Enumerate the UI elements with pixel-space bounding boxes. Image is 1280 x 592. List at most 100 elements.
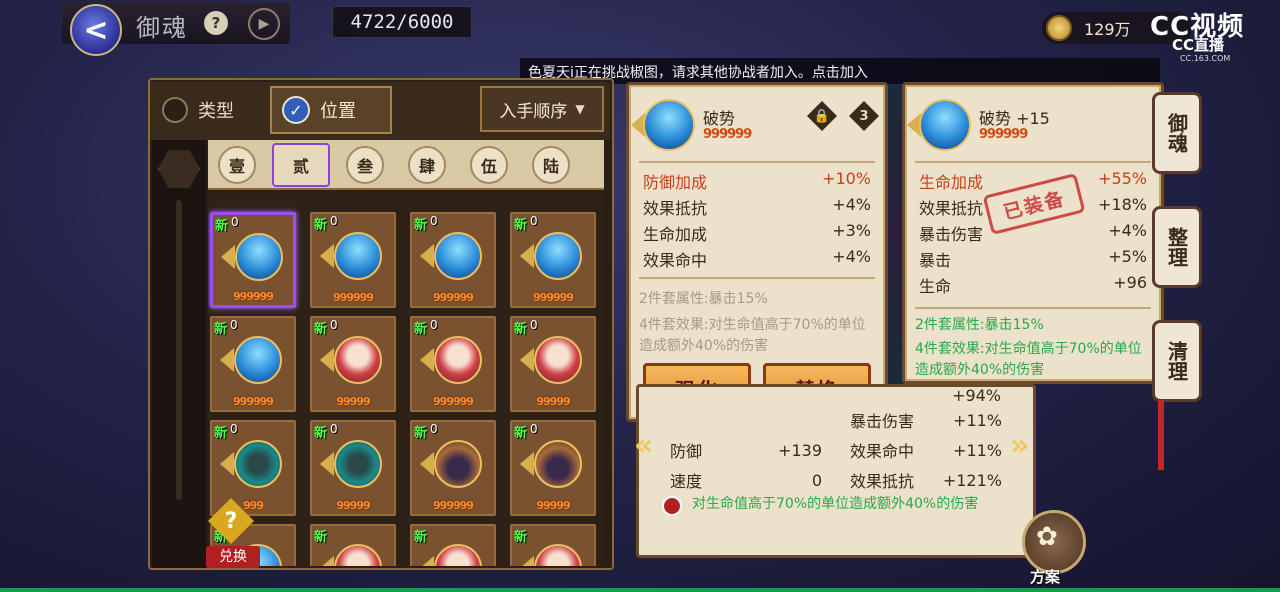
stat-name: 效果抵抗	[643, 199, 708, 218]
card-stars: 99999	[336, 395, 370, 408]
soul-card[interactable]: 新 0 999999	[410, 212, 496, 308]
summary-stat-row: 速度 0	[670, 466, 822, 494]
soul-card[interactable]: 新 0 999999	[210, 212, 296, 308]
stat-value: +3%	[832, 221, 871, 240]
soul-name: 破势	[703, 109, 736, 128]
slot-tab-3[interactable]: 叁	[346, 146, 384, 184]
new-badge: 新	[214, 322, 228, 337]
soul-portrait	[434, 440, 482, 488]
next-arrow-icon[interactable]: »	[1010, 428, 1029, 463]
slot-tab-4[interactable]: 肆	[408, 146, 446, 184]
soul-card[interactable]: 新 0 999999	[410, 316, 496, 412]
new-badge: 新	[414, 530, 428, 545]
card-level: 0	[330, 214, 338, 228]
slot-tab-2[interactable]: 贰	[272, 143, 330, 187]
card-stars: 999999	[333, 291, 374, 304]
slot-tab-5[interactable]: 伍	[470, 146, 508, 184]
arrow-icon	[320, 556, 334, 566]
soul-portrait	[235, 233, 283, 281]
summary-stat-row: 暴击伤害 +11%	[850, 406, 1002, 434]
position-filter-toggle[interactable]: ✓ 位置	[270, 86, 392, 134]
new-badge: 新	[314, 426, 328, 441]
position-filter-label: 位置	[320, 101, 356, 122]
slot-tab-6[interactable]: 陆	[532, 146, 570, 184]
soul-portrait	[919, 99, 971, 151]
card-stars: 999999	[233, 290, 274, 303]
soul-portrait	[234, 440, 282, 488]
card-stars: 999999	[233, 395, 274, 408]
stat-value: +11%	[953, 440, 1002, 460]
new-badge: 新	[214, 426, 228, 441]
side-tab-1[interactable]: 御魂	[1152, 92, 1202, 174]
soul-card[interactable]: 新 0 99999	[510, 316, 596, 412]
page-title: 御魂	[136, 14, 188, 42]
new-badge: 新	[414, 426, 428, 441]
soul-card[interactable]: 新 0 99999	[510, 420, 596, 516]
soul-portrait	[434, 544, 482, 566]
card-stars: 999999	[433, 395, 474, 408]
side-tab-2[interactable]: 整理	[1152, 206, 1202, 288]
watermark-url: CC.163.COM	[1180, 54, 1231, 63]
exchange-button[interactable]: 兑换	[206, 546, 260, 568]
arrow-icon	[520, 244, 534, 268]
summary-stat-row: 防御 +139	[670, 436, 822, 464]
soul-card[interactable]: 新 0 99999	[310, 420, 396, 516]
card-level: 0	[231, 215, 239, 229]
back-button[interactable]: <	[70, 4, 122, 56]
broadcast-marquee[interactable]: 色夏天i正在挑战椒图，请求其他协战者加入。点击加入	[520, 58, 1160, 84]
stat-value: +5%	[1108, 247, 1147, 266]
soul-card[interactable]: 新 0 999999	[310, 212, 396, 308]
soul-card[interactable]: 新 0 99999	[310, 316, 396, 412]
soul-portrait	[334, 440, 382, 488]
card-level: 0	[430, 214, 438, 228]
sort-dropdown[interactable]: 入手顺序 ▼	[480, 86, 604, 132]
arrow-icon	[220, 452, 234, 476]
sub-stat-row: 效果抵抗 +4%	[643, 195, 871, 220]
soul-stars: 999999	[979, 127, 1028, 142]
watermark-sub: CC直播	[1172, 36, 1225, 54]
divider	[915, 161, 1151, 163]
slot-number-badge: 3	[849, 101, 879, 131]
card-level: 0	[330, 422, 338, 436]
new-badge: 新	[514, 426, 528, 441]
stat-name: 效果抵抗	[919, 199, 984, 218]
stat-value: +10%	[822, 169, 871, 188]
stat-value: +139	[778, 440, 822, 460]
card-level: 0	[430, 318, 438, 332]
stat-value: +4%	[832, 195, 871, 214]
soul-card[interactable]: 新 0 999999	[410, 420, 496, 516]
stat-name: 效果命中	[643, 251, 708, 270]
new-badge: 新	[414, 218, 428, 233]
divider	[915, 307, 1151, 309]
currency-amount: 129万	[1084, 20, 1131, 39]
stat-name: 防御	[670, 442, 703, 461]
scrollbar[interactable]	[176, 200, 182, 500]
arrow-icon	[520, 556, 534, 566]
previous-arrow-icon[interactable]: «	[634, 428, 653, 463]
soul-portrait	[334, 544, 382, 566]
card-level: 0	[430, 422, 438, 436]
soul-card[interactable]: 新	[410, 524, 496, 566]
soul-card[interactable]: 新 0 999	[210, 420, 296, 516]
slot-tab-1[interactable]: 壹	[218, 146, 256, 184]
stat-name: 生命加成	[919, 173, 984, 192]
soul-card[interactable]: 新	[310, 524, 396, 566]
soul-card[interactable]: 新 0 999999	[210, 316, 296, 412]
side-tab-3[interactable]: 清理	[1152, 320, 1202, 402]
divider	[639, 161, 875, 163]
soul-name: 破势 +15	[979, 109, 1050, 128]
play-icon[interactable]: ▶	[248, 8, 280, 40]
soul-card[interactable]: 新	[510, 524, 596, 566]
card-level: 0	[530, 214, 538, 228]
bottom-border	[0, 588, 1280, 592]
arrow-icon	[320, 348, 334, 372]
new-badge: 新	[314, 530, 328, 545]
card-stars: 999999	[433, 499, 474, 512]
help-icon[interactable]: ?	[204, 11, 228, 35]
type-filter-toggle[interactable]: 类型	[156, 86, 264, 134]
lock-icon[interactable]: 🔒	[807, 101, 837, 131]
divider	[639, 277, 875, 279]
new-badge: 新	[314, 218, 328, 233]
soul-card[interactable]: 新 0 999999	[510, 212, 596, 308]
soul-portrait	[334, 232, 382, 280]
